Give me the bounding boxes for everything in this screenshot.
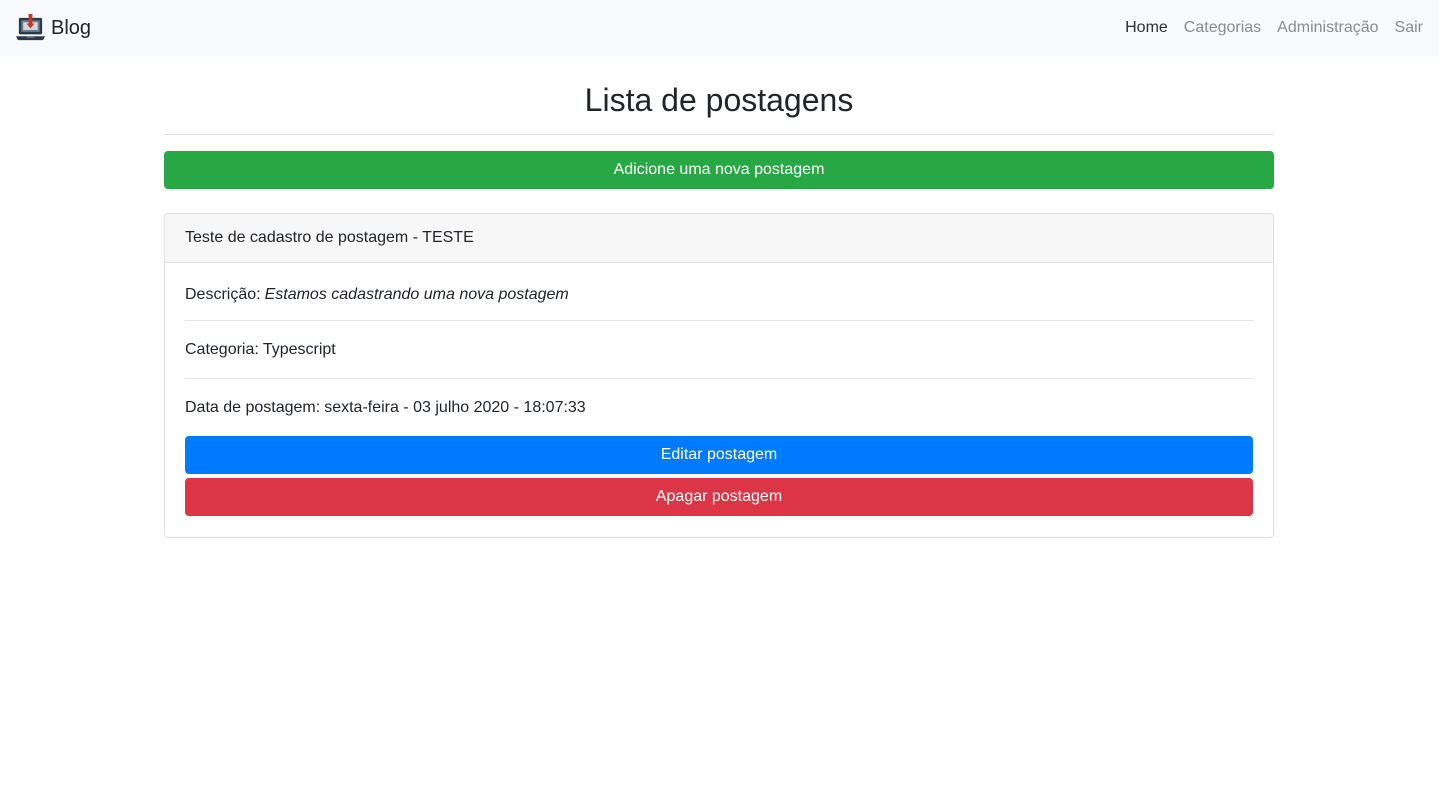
post-date: Data de postagem: sexta-feira - 03 julho… — [185, 379, 1253, 436]
laptop-icon — [15, 13, 46, 40]
post-date-value: sexta-feira - 03 julho 2020 - 18:07:33 — [324, 398, 586, 416]
post-category-label: Categoria: — [185, 340, 259, 358]
post-card: Teste de cadastro de postagem - TESTE De… — [164, 213, 1274, 538]
add-post-button[interactable]: Adicione uma nova postagem — [164, 151, 1274, 189]
brand-link[interactable]: Blog — [15, 12, 91, 44]
navbar: Blog Home Categorias Administração Sair — [0, 0, 1439, 56]
delete-post-button[interactable]: Apagar postagem — [185, 478, 1253, 516]
page-title: Lista de postagens — [584, 82, 854, 118]
edit-post-button[interactable]: Editar postagem — [185, 436, 1253, 474]
nav-administracao[interactable]: Administração — [1277, 19, 1378, 37]
post-description-value: Estamos cadastrando uma nova postagem — [264, 285, 569, 303]
post-category-value: Typescript — [262, 340, 336, 358]
nav-links: Home Categorias Administração Sair — [1125, 0, 1423, 56]
nav-home[interactable]: Home — [1125, 19, 1168, 37]
title-divider — [164, 134, 1274, 135]
nav-categorias[interactable]: Categorias — [1184, 19, 1261, 37]
post-description: Descrição: Estamos cadastrando uma nova … — [185, 263, 1253, 320]
post-category: Categoria: Typescript — [185, 321, 1253, 378]
post-description-label: Descrição: — [185, 285, 261, 303]
post-card-header: Teste de cadastro de postagem - TESTE — [165, 214, 1273, 263]
post-card-body: Descrição: Estamos cadastrando uma nova … — [165, 263, 1273, 516]
nav-sair[interactable]: Sair — [1395, 19, 1423, 37]
post-date-label: Data de postagem: — [185, 398, 321, 416]
brand-text: Blog — [51, 17, 92, 39]
